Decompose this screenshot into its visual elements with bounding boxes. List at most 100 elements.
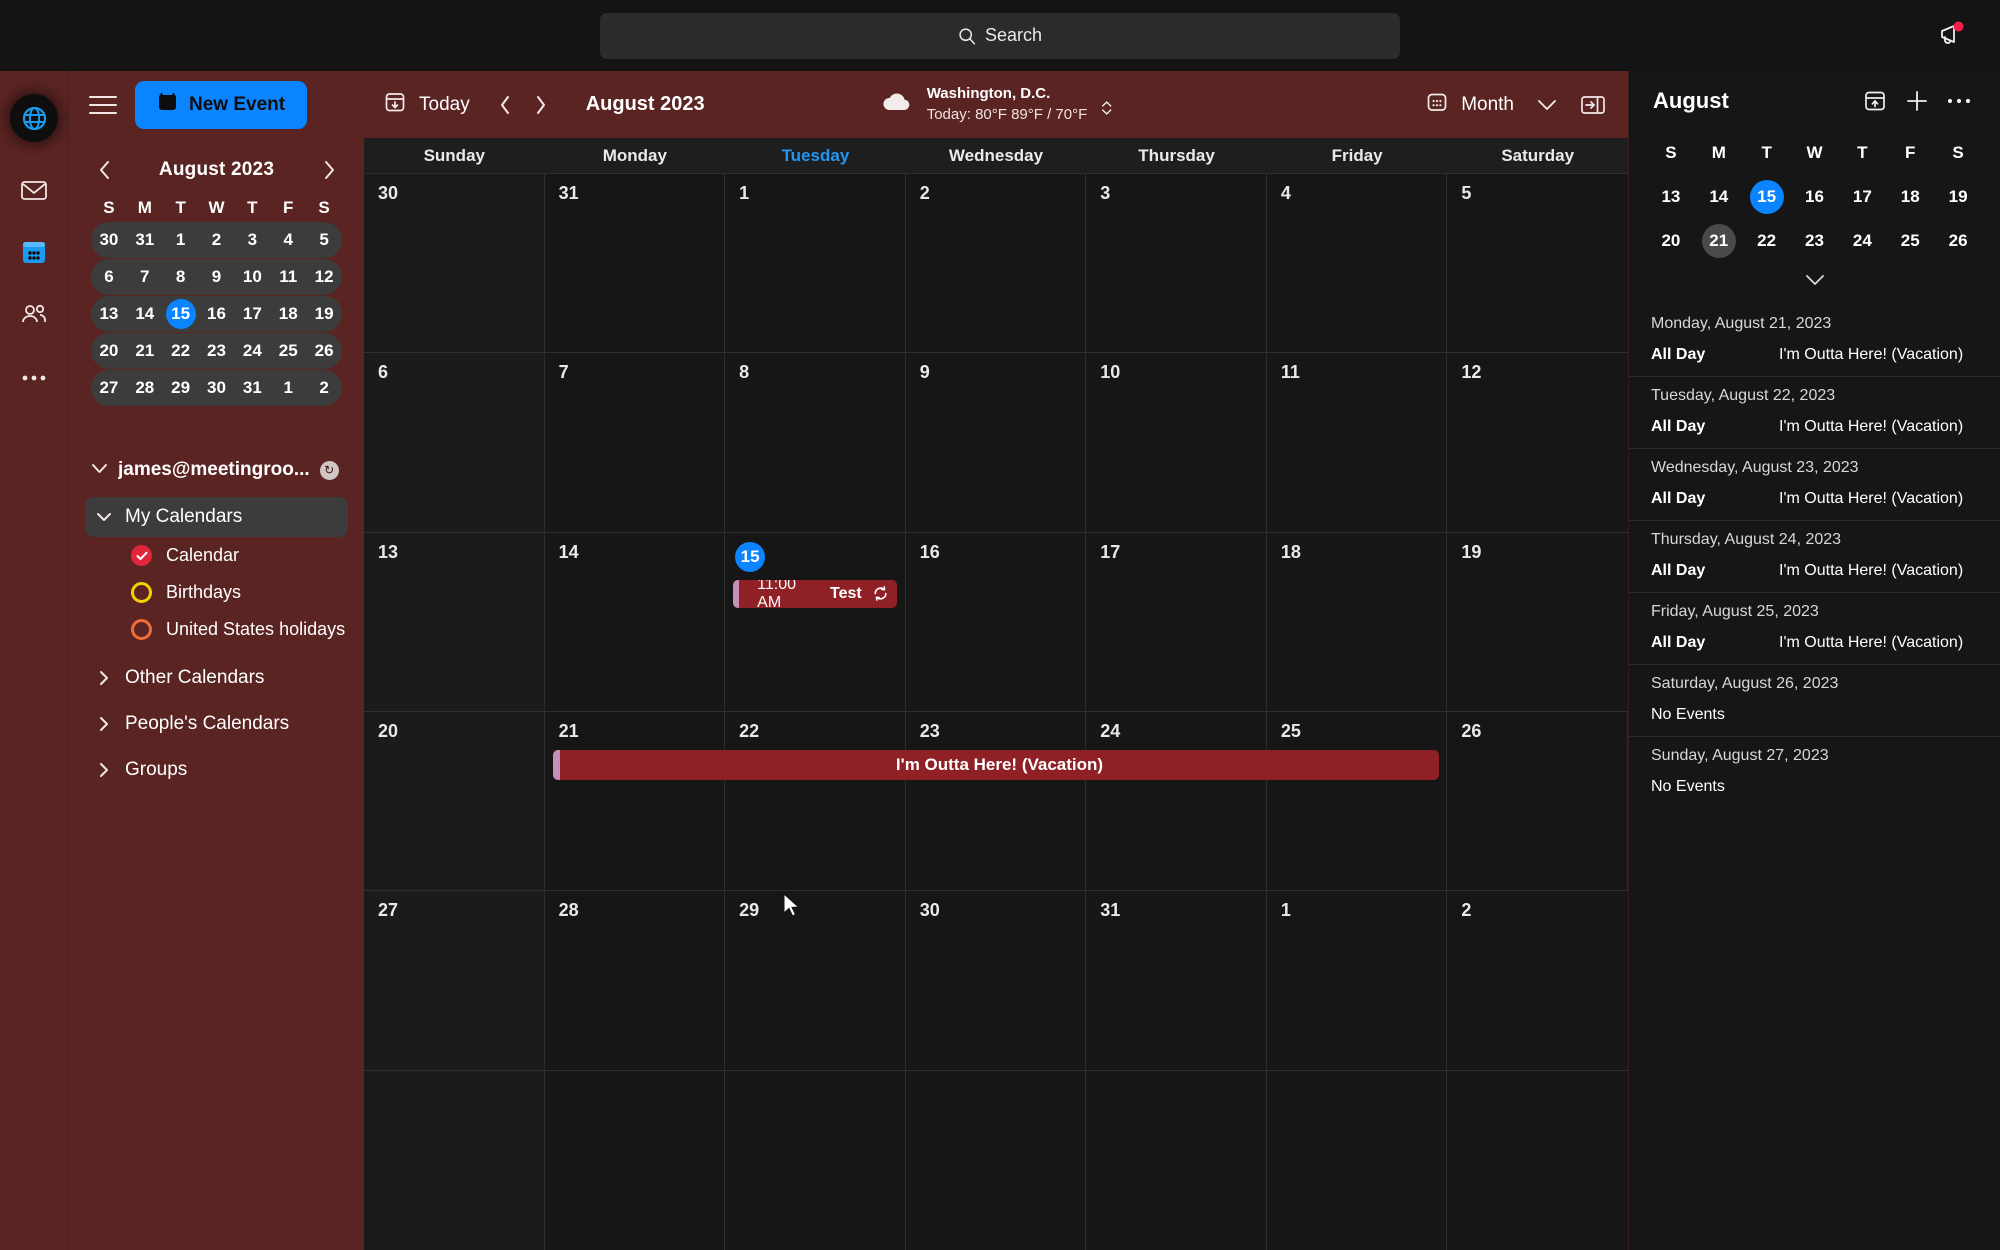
hamburger-icon[interactable] <box>89 93 117 117</box>
day-cell[interactable]: 1 <box>1267 891 1448 1070</box>
day-cell[interactable]: 1 <box>725 174 906 353</box>
day-cell[interactable]: 20 <box>364 711 545 891</box>
mini-day[interactable]: 6 <box>91 267 127 287</box>
agenda-mini-day-highlighted[interactable]: 21 <box>1695 224 1743 258</box>
sidebar-group-groups[interactable]: Groups <box>85 750 348 790</box>
day-cell[interactable]: 7 <box>545 353 726 532</box>
sidebar-group-my-calendars[interactable]: My Calendars <box>85 497 348 537</box>
agenda-mini-day[interactable]: 16 <box>1791 187 1839 207</box>
account-row[interactable]: james@meetingroo... ↻ <box>69 451 364 489</box>
today-button[interactable]: Today <box>384 91 470 119</box>
day-cell[interactable]: 27 <box>364 891 545 1070</box>
event-chip-test[interactable]: 11:00 AM Test <box>733 579 897 608</box>
rail-item-more[interactable] <box>6 350 62 406</box>
mini-day[interactable]: 22 <box>163 341 199 361</box>
rail-item-mail[interactable] <box>6 164 62 220</box>
agenda-mini-day[interactable]: 20 <box>1647 231 1695 251</box>
mini-day[interactable]: 27 <box>91 378 127 398</box>
day-cell[interactable]: 28 <box>545 891 726 1070</box>
agenda-mini-day[interactable]: 22 <box>1743 231 1791 251</box>
agenda-mini-day[interactable]: 14 <box>1695 187 1743 207</box>
mini-day[interactable]: 1 <box>163 230 199 250</box>
notifications-icon[interactable] <box>1932 14 1972 54</box>
rail-item-globe[interactable] <box>6 90 62 146</box>
agenda-event[interactable]: All Day I'm Outta Here! (Vacation) <box>1629 346 2000 364</box>
day-cell[interactable]: 13 <box>364 532 545 711</box>
mini-day[interactable]: 10 <box>234 267 270 287</box>
mini-day[interactable]: 14 <box>127 304 163 324</box>
mini-day-selected[interactable]: 15 <box>163 299 199 329</box>
mini-day[interactable]: 31 <box>234 378 270 398</box>
rail-item-calendar[interactable] <box>6 226 62 282</box>
agenda-event[interactable]: All Day I'm Outta Here! (Vacation) <box>1629 562 2000 580</box>
agenda-mini-day-selected[interactable]: 15 <box>1743 180 1791 214</box>
day-cell[interactable]: 30 <box>906 891 1087 1070</box>
day-cell[interactable] <box>1267 1070 1448 1250</box>
day-cell[interactable]: 5 <box>1447 174 1628 352</box>
mini-day[interactable]: 25 <box>270 341 306 361</box>
day-cell[interactable] <box>1086 1070 1267 1250</box>
agenda-mini-day[interactable]: 24 <box>1838 231 1886 251</box>
day-cell[interactable] <box>1447 1071 1628 1250</box>
split-view-icon[interactable] <box>1580 93 1606 117</box>
mini-day[interactable]: 16 <box>199 304 235 324</box>
mini-day[interactable]: 29 <box>163 378 199 398</box>
agenda-mini-day[interactable]: 25 <box>1886 231 1934 251</box>
rail-item-people[interactable] <box>6 288 62 344</box>
new-event-button[interactable]: New Event <box>135 80 308 129</box>
agenda-mini-day[interactable]: 18 <box>1886 187 1934 207</box>
day-cell[interactable]: 30 <box>364 174 545 353</box>
mini-day[interactable]: 30 <box>91 230 127 250</box>
mini-day[interactable]: 23 <box>199 341 235 361</box>
day-cell[interactable]: 22 <box>725 711 906 891</box>
mini-day[interactable]: 24 <box>234 341 270 361</box>
day-cell[interactable]: 24 <box>1086 711 1267 891</box>
day-cell[interactable]: 19 <box>1447 533 1628 711</box>
view-selector[interactable]: Month <box>1426 91 1514 119</box>
mini-day[interactable]: 5 <box>306 230 342 250</box>
agenda-mini-day[interactable]: 17 <box>1838 187 1886 207</box>
day-cell[interactable]: 25 <box>1267 711 1448 891</box>
mini-day[interactable]: 11 <box>270 267 306 287</box>
mini-day[interactable]: 2 <box>199 230 235 250</box>
agenda-event[interactable]: All Day I'm Outta Here! (Vacation) <box>1629 634 2000 652</box>
all-day-event-banner[interactable]: I'm Outta Here! (Vacation) <box>552 749 1440 780</box>
day-cell[interactable]: 8 <box>725 353 906 532</box>
agenda-mini-day[interactable]: 23 <box>1791 231 1839 251</box>
agenda-event[interactable]: All Day I'm Outta Here! (Vacation) <box>1629 490 2000 508</box>
agenda-mini-day[interactable]: 26 <box>1934 231 1982 251</box>
day-cell[interactable]: 12 <box>1447 353 1628 531</box>
mini-day[interactable]: 4 <box>270 230 306 250</box>
day-cell[interactable]: 31 <box>1086 891 1267 1070</box>
day-cell[interactable] <box>545 1070 726 1250</box>
day-cell[interactable]: 2 <box>1447 891 1628 1069</box>
day-cell[interactable]: 11 <box>1267 353 1448 532</box>
day-cell[interactable]: 4 <box>1267 174 1448 353</box>
agenda-add-icon[interactable] <box>1900 84 1934 118</box>
mini-day[interactable]: 20 <box>91 341 127 361</box>
sidebar-calendar-birthdays[interactable]: Birthdays <box>85 574 348 611</box>
mini-day[interactable]: 19 <box>306 304 342 324</box>
day-cell[interactable]: 26 <box>1447 711 1628 891</box>
mini-day[interactable]: 28 <box>127 378 163 398</box>
chevron-updown-icon[interactable] <box>1100 100 1112 121</box>
mini-next-month-icon[interactable] <box>316 157 342 183</box>
search-input[interactable]: Search <box>600 12 1400 59</box>
mini-prev-month-icon[interactable] <box>91 157 117 183</box>
day-cell[interactable]: 9 <box>906 353 1087 532</box>
mini-day[interactable]: 2 <box>306 378 342 398</box>
agenda-mini-day[interactable]: 13 <box>1647 187 1695 207</box>
day-cell[interactable]: 2 <box>906 174 1087 353</box>
mini-day[interactable]: 12 <box>306 267 342 287</box>
mini-day[interactable]: 13 <box>91 304 127 324</box>
day-cell[interactable]: 6 <box>364 353 545 532</box>
day-cell[interactable]: 18 <box>1267 532 1448 711</box>
sidebar-group-other-calendars[interactable]: Other Calendars <box>85 658 348 698</box>
mini-day[interactable]: 30 <box>199 378 235 398</box>
day-cell[interactable]: 21 <box>545 711 726 891</box>
day-cell[interactable]: 17 <box>1086 532 1267 711</box>
next-month-icon[interactable] <box>526 90 556 120</box>
sidebar-calendar-us-holidays[interactable]: United States holidays <box>85 611 348 648</box>
day-cell[interactable]: 10 <box>1086 353 1267 532</box>
agenda-mini-expand-icon[interactable] <box>1647 263 1982 297</box>
